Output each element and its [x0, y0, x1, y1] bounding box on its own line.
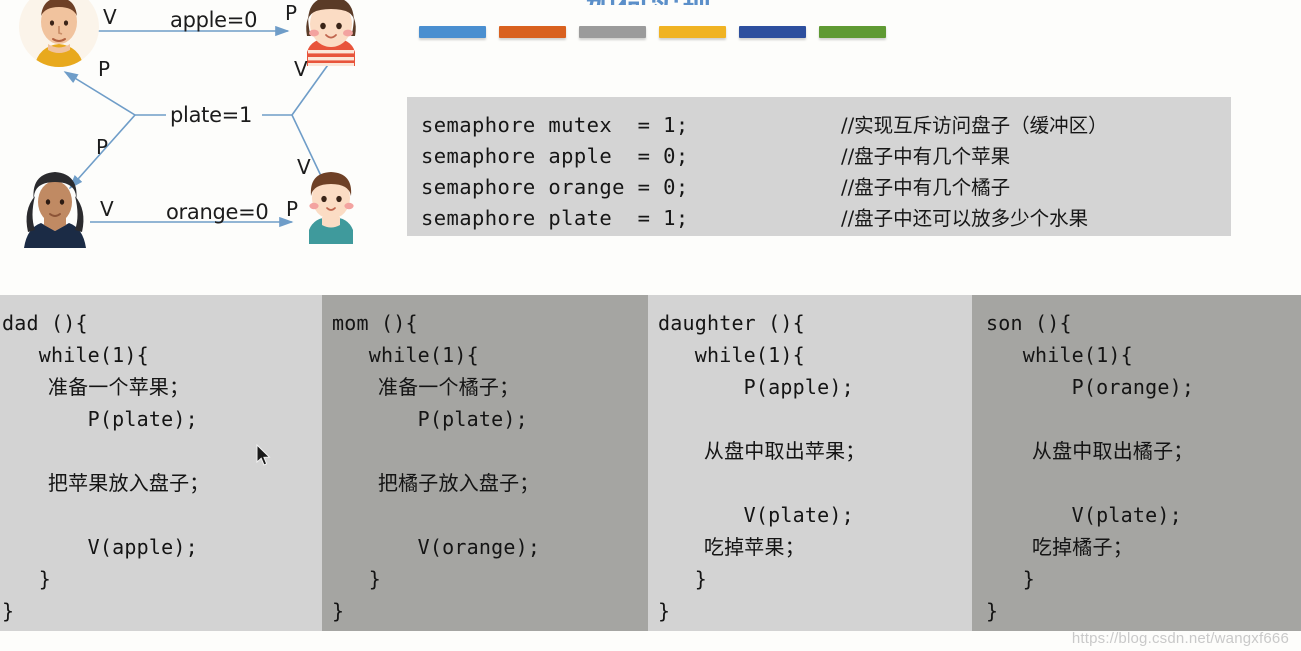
- edge-label-apple: apple=0: [170, 8, 258, 32]
- code-line: daughter (){: [658, 311, 805, 335]
- semaphore-row: semaphore plate = 1; //盘子中还可以放多少个水果: [421, 202, 1231, 233]
- code-line: dad (){: [2, 311, 88, 335]
- code-line: 准备一个苹果；: [2, 375, 190, 399]
- bar-amber: [659, 26, 726, 38]
- semaphore-comment: //盘子中还可以放多少个水果: [841, 207, 1089, 230]
- code-column-son: son (){ while(1){ P(orange); 从盘中取出橘子； V(…: [972, 295, 1301, 631]
- code-line: }: [332, 567, 381, 591]
- semaphore-comment: //实现互斥访问盘子（缓冲区）: [841, 114, 1108, 137]
- code-line: P(plate);: [332, 407, 528, 431]
- process-code-columns: dad (){ while(1){ 准备一个苹果； P(plate); 把苹果放…: [0, 295, 1301, 631]
- code-column-daughter: daughter (){ while(1){ P(apple); 从盘中取出苹果…: [648, 295, 972, 631]
- code-line: 把橘子放入盘子；: [332, 471, 540, 495]
- semaphore-declaration: semaphore orange = 0;: [421, 175, 689, 199]
- semaphore-declaration: semaphore plate = 1;: [421, 206, 689, 230]
- slide-root: apple=0 plate=1 orange=0 V P P V P V V P…: [0, 0, 1301, 651]
- semaphore-comment: //盘子中有几个橘子: [841, 176, 1011, 199]
- page-title: 如何实现: [470, 0, 830, 5]
- code-line: while(1){: [332, 343, 479, 367]
- bar-orange: [499, 26, 566, 38]
- code-line: 从盘中取出橘子；: [986, 439, 1194, 463]
- semaphore-declaration: semaphore mutex = 1;: [421, 113, 689, 137]
- code-line: 从盘中取出苹果；: [658, 439, 866, 463]
- bar-green: [819, 26, 886, 38]
- semaphore-declaration: semaphore apple = 0;: [421, 144, 689, 168]
- semaphore-row: semaphore apple = 0; //盘子中有几个苹果: [421, 140, 1231, 171]
- op-label-mom-v: V: [100, 197, 114, 221]
- op-label-son-v: V: [297, 155, 311, 179]
- code-line: while(1){: [986, 343, 1133, 367]
- op-label-son-p: P: [286, 197, 299, 221]
- bar-gray: [579, 26, 646, 38]
- watermark-text: https://blog.csdn.net/wangxf666: [1071, 630, 1289, 647]
- bar-blue: [419, 26, 486, 38]
- code-line: 把苹果放入盘子；: [2, 471, 210, 495]
- code-line: 吃掉橘子；: [986, 535, 1133, 559]
- code-line: P(plate);: [2, 407, 198, 431]
- code-line: P(orange);: [986, 375, 1195, 399]
- semaphore-comment: //盘子中有几个苹果: [841, 145, 1011, 168]
- code-line: }: [2, 599, 15, 623]
- op-label-dad-v: V: [103, 5, 117, 29]
- code-line: }: [658, 567, 707, 591]
- code-line: V(plate);: [986, 503, 1182, 527]
- code-column-dad: dad (){ while(1){ 准备一个苹果； P(plate); 把苹果放…: [0, 295, 322, 631]
- code-line: }: [332, 599, 345, 623]
- op-label-mom-p: P: [96, 135, 109, 159]
- edge-label-orange: orange=0: [166, 200, 269, 224]
- code-column-mom: mom (){ while(1){ 准备一个橘子； P(plate); 把橘子放…: [322, 295, 648, 631]
- semaphore-row: semaphore mutex = 1; //实现互斥访问盘子（缓冲区）: [421, 109, 1231, 140]
- op-label-daughter-p: P: [285, 1, 298, 25]
- code-line: son (){: [986, 311, 1072, 335]
- op-label-daughter-v: V: [294, 57, 308, 81]
- code-line: V(plate);: [658, 503, 854, 527]
- code-line: while(1){: [658, 343, 805, 367]
- color-bar-strip: [419, 26, 886, 38]
- code-line: mom (){: [332, 311, 418, 335]
- code-line: 准备一个橘子；: [332, 375, 520, 399]
- code-line: P(apple);: [658, 375, 854, 399]
- code-line: 吃掉苹果；: [658, 535, 805, 559]
- bar-navy: [739, 26, 806, 38]
- code-line: }: [658, 599, 671, 623]
- code-line: V(apple);: [2, 535, 198, 559]
- edge-label-plate: plate=1: [170, 103, 253, 127]
- semaphore-flow-diagram: apple=0 plate=1 orange=0 V P P V P V V P: [0, 0, 400, 265]
- semaphore-declaration-box: semaphore mutex = 1;//实现互斥访问盘子（缓冲区） semap…: [407, 97, 1231, 236]
- code-line: }: [986, 599, 999, 623]
- op-label-dad-p: P: [98, 57, 111, 81]
- code-line: }: [2, 567, 51, 591]
- code-line: }: [986, 567, 1035, 591]
- semaphore-row: semaphore orange = 0; //盘子中有几个橘子: [421, 171, 1231, 202]
- code-line: V(orange);: [332, 535, 541, 559]
- code-line: while(1){: [2, 343, 149, 367]
